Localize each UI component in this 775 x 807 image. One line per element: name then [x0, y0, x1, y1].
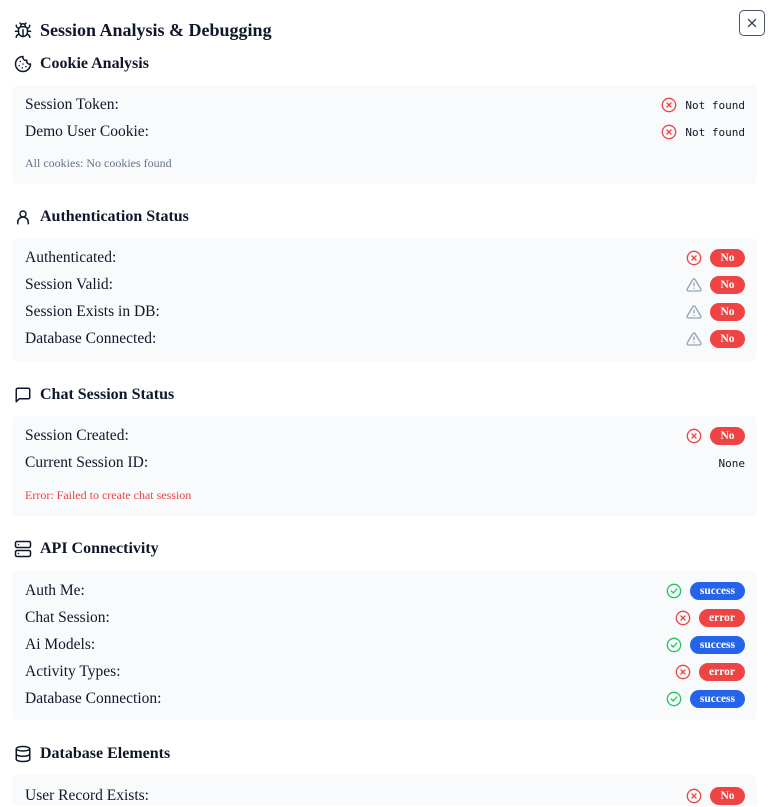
bug-icon [14, 21, 32, 39]
api-row-db-connection: Database Connection: success [12, 688, 757, 710]
x-circle-icon [686, 788, 702, 804]
cookie-section-title: Cookie Analysis [40, 55, 149, 72]
cookie-section-header: Cookie Analysis [14, 53, 149, 75]
message-square-icon [14, 386, 32, 404]
check-circle-icon [666, 691, 682, 707]
chat-row-session-created: Session Created: No [12, 425, 757, 447]
status-badge: No [710, 330, 745, 348]
row-label: Session Created: [25, 427, 129, 444]
alert-triangle-icon [686, 331, 702, 347]
check-circle-icon [666, 583, 682, 599]
status-badge: No [710, 427, 745, 445]
alert-triangle-icon [686, 304, 702, 320]
status-badge: success [689, 690, 745, 708]
cookie-icon [14, 55, 32, 73]
auth-row-authenticated: Authenticated: No [12, 247, 757, 269]
x-circle-icon [675, 664, 691, 680]
chat-error-note: Error: Failed to create chat session [25, 488, 192, 502]
api-section-header: API Connectivity [14, 538, 159, 560]
cookie-row-demo-user: Demo User Cookie: Not found [12, 121, 757, 143]
session-id-value: None [718, 456, 746, 470]
alert-triangle-icon [686, 277, 702, 293]
auth-row-session-valid: Session Valid: No [12, 274, 757, 296]
cookie-card: Session Token: Not found Demo User Cooki… [12, 85, 757, 184]
db-card: User Record Exists: No [12, 775, 757, 806]
api-row-auth-me: Auth Me: success [12, 580, 757, 602]
row-label: Demo User Cookie: [25, 123, 149, 140]
row-label: Session Token: [25, 96, 119, 113]
api-row-ai-models: Ai Models: success [12, 634, 757, 656]
auth-card: Authenticated: No Session Valid: No Sess… [12, 238, 757, 361]
status-value: Not found [685, 98, 745, 112]
api-row-chat-session: Chat Session: error [12, 607, 757, 629]
server-icon [14, 540, 32, 558]
row-label: Database Connection: [25, 690, 162, 707]
check-circle-icon [666, 637, 682, 653]
row-label: Session Exists in DB: [25, 303, 160, 320]
row-label: Ai Models: [25, 636, 96, 653]
chat-section-header: Chat Session Status [14, 384, 174, 406]
x-circle-icon [686, 250, 702, 266]
x-circle-icon [686, 428, 702, 444]
status-badge: error [699, 663, 745, 681]
database-icon [14, 745, 32, 763]
status-badge: No [710, 787, 745, 805]
auth-row-session-exists: Session Exists in DB: No [12, 301, 757, 323]
row-label: Session Valid: [25, 276, 113, 293]
dialog-title: Session Analysis & Debugging [14, 18, 272, 42]
auth-section-header: Authentication Status [14, 206, 189, 228]
row-label: Authenticated: [25, 249, 117, 266]
user-icon [14, 208, 32, 226]
x-circle-icon [675, 610, 691, 626]
auth-row-db-connected: Database Connected: No [12, 328, 757, 350]
row-label: Chat Session: [25, 609, 110, 626]
row-label: User Record Exists: [25, 787, 149, 804]
row-label: Database Connected: [25, 330, 157, 347]
status-badge: error [699, 609, 745, 627]
db-section-title: Database Elements [40, 745, 171, 762]
api-card: Auth Me: success Chat Session: error Ai … [12, 570, 757, 720]
cookie-note: All cookies: No cookies found [25, 156, 172, 170]
row-label: Activity Types: [25, 663, 121, 680]
status-badge: success [689, 636, 745, 654]
x-circle-icon [661, 124, 677, 140]
status-badge: No [710, 303, 745, 321]
close-icon [745, 16, 759, 30]
api-row-activity-types: Activity Types: error [12, 661, 757, 683]
status-badge: No [710, 249, 745, 267]
auth-section-title: Authentication Status [40, 208, 189, 225]
row-label: Current Session ID: [25, 454, 149, 471]
chat-section-title: Chat Session Status [40, 386, 175, 403]
db-row-user-record: User Record Exists: No [12, 785, 757, 807]
chat-card: Session Created: No Current Session ID: … [12, 416, 757, 516]
close-button[interactable] [739, 10, 765, 36]
cookie-row-session-token: Session Token: Not found [12, 94, 757, 116]
status-value: Not found [685, 125, 745, 139]
status-badge: No [710, 276, 745, 294]
db-section-header: Database Elements [14, 743, 170, 765]
x-circle-icon [661, 97, 677, 113]
row-label: Auth Me: [25, 582, 85, 599]
dialog-title-text: Session Analysis & Debugging [40, 19, 272, 40]
api-section-title: API Connectivity [40, 540, 159, 557]
status-badge: success [689, 582, 745, 600]
chat-row-session-id: Current Session ID: None [12, 452, 757, 474]
